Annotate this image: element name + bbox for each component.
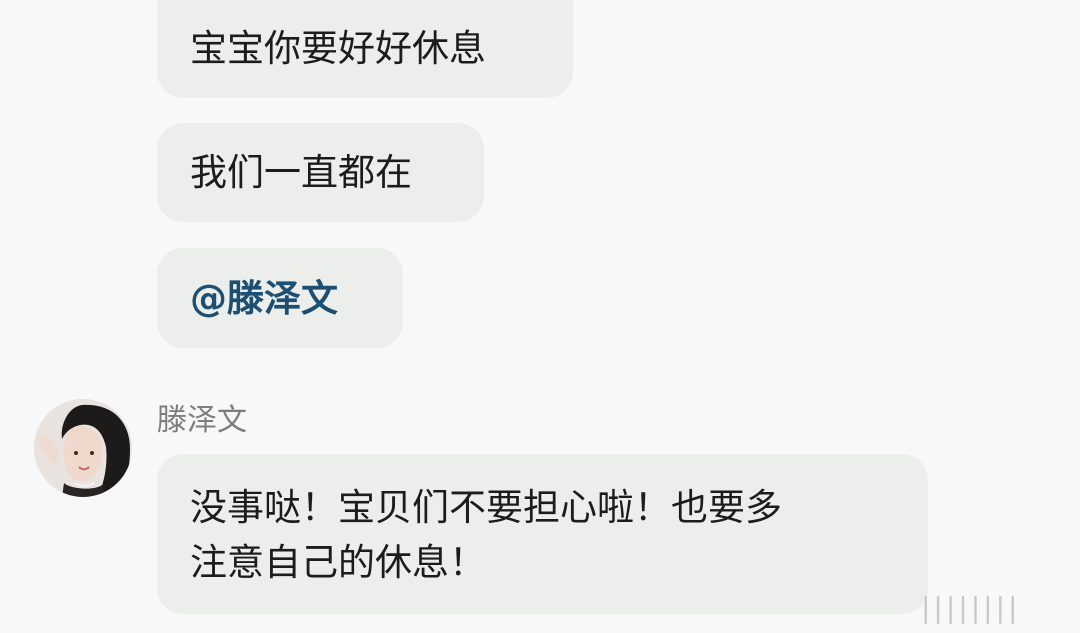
- message-bubble: 宝宝你要好好休息: [157, 0, 573, 98]
- message-text-line: 注意自己的休息！: [190, 541, 486, 584]
- message-text: 我们一直都在: [190, 151, 412, 194]
- message-text: 宝宝你要好好休息: [190, 27, 486, 70]
- avatar[interactable]: [34, 399, 132, 497]
- message-bubble: 没事哒！宝贝们不要担心啦！也要多 注意自己的休息！: [157, 454, 928, 614]
- message-bubble: @滕泽文: [157, 248, 403, 348]
- message-bubble: 我们一直都在: [157, 123, 484, 222]
- message-text-line: 没事哒！宝贝们不要担心啦！也要多: [190, 486, 782, 529]
- mention-link[interactable]: @滕泽文: [190, 277, 338, 320]
- sender-name: 滕泽文: [157, 403, 247, 438]
- avatar-photo-icon: [34, 399, 132, 497]
- watermark: ||||||||: [921, 591, 1021, 624]
